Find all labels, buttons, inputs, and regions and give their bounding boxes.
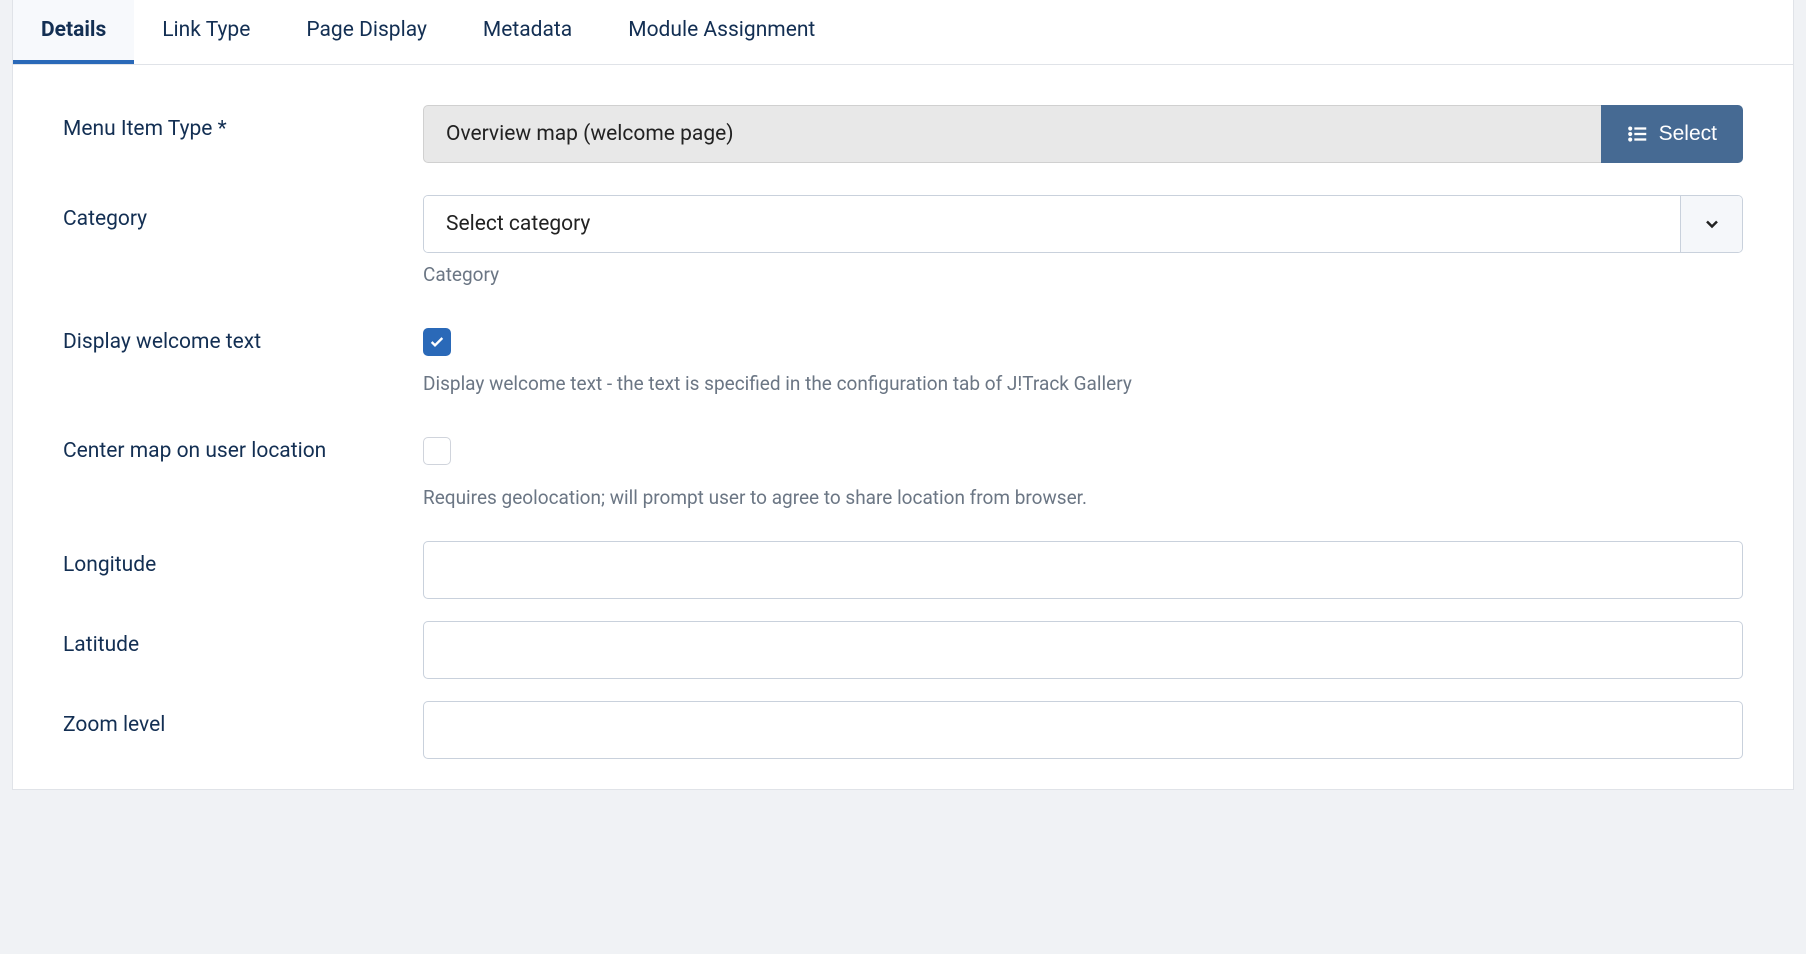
- label-center-map: Center map on user location: [63, 427, 423, 463]
- row-center-map: Center map on user location Requires geo…: [63, 427, 1743, 509]
- latitude-input[interactable]: [423, 621, 1743, 679]
- checkbox-display-welcome[interactable]: [423, 328, 451, 356]
- dropdown-arrow: [1680, 196, 1742, 252]
- row-display-welcome: Display welcome text Display welcome tex…: [63, 318, 1743, 395]
- row-longitude: Longitude: [63, 541, 1743, 599]
- tab-module-assignment[interactable]: Module Assignment: [600, 0, 843, 64]
- form-body: Menu Item Type * Overview map (welcome p…: [13, 65, 1793, 789]
- label-menu-item-type: Menu Item Type *: [63, 105, 423, 141]
- tab-link-type[interactable]: Link Type: [134, 0, 278, 64]
- tab-page-display[interactable]: Page Display: [278, 0, 455, 64]
- label-category: Category: [63, 195, 423, 231]
- tab-details[interactable]: Details: [13, 0, 134, 64]
- label-longitude: Longitude: [63, 541, 423, 577]
- menu-item-type-value: Overview map (welcome page): [423, 105, 1601, 163]
- row-menu-item-type: Menu Item Type * Overview map (welcome p…: [63, 105, 1743, 163]
- tabs-bar: Details Link Type Page Display Metadata …: [13, 0, 1793, 65]
- chevron-down-icon: [1702, 214, 1722, 234]
- zoom-level-input[interactable]: [423, 701, 1743, 759]
- list-icon: [1627, 123, 1649, 145]
- row-latitude: Latitude: [63, 621, 1743, 679]
- label-zoom-level: Zoom level: [63, 701, 423, 737]
- category-dropdown-value: Select category: [424, 196, 1680, 252]
- tab-metadata[interactable]: Metadata: [455, 0, 600, 64]
- check-icon: [429, 334, 445, 350]
- longitude-input[interactable]: [423, 541, 1743, 599]
- select-button-label: Select: [1659, 122, 1717, 146]
- help-display-welcome: Display welcome text - the text is speci…: [423, 372, 1743, 395]
- details-panel: Details Link Type Page Display Metadata …: [12, 0, 1794, 790]
- label-latitude: Latitude: [63, 621, 423, 657]
- row-zoom-level: Zoom level: [63, 701, 1743, 759]
- select-type-button[interactable]: Select: [1601, 105, 1743, 163]
- help-center-map: Requires geolocation; will prompt user t…: [423, 486, 1743, 509]
- help-category: Category: [423, 263, 1743, 286]
- checkbox-center-map[interactable]: [423, 437, 451, 465]
- row-category: Category Select category Category: [63, 195, 1743, 286]
- label-display-welcome: Display welcome text: [63, 318, 423, 354]
- category-dropdown[interactable]: Select category: [423, 195, 1743, 253]
